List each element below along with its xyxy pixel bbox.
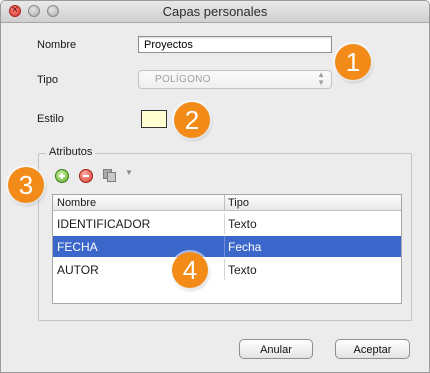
title-bar: × Capas personales xyxy=(1,1,429,23)
cell-nombre: FECHA xyxy=(57,240,98,254)
tipo-label: Tipo xyxy=(37,74,58,86)
table-row[interactable]: AUTOR Texto xyxy=(53,259,401,280)
callout-badge-1: 1 xyxy=(335,44,371,80)
accept-button[interactable]: Aceptar xyxy=(335,339,410,359)
chevron-down-icon[interactable]: ▼ xyxy=(125,168,133,177)
tipo-select[interactable]: POLÍGONO ▲ ▼ xyxy=(138,70,332,89)
window-title: Capas personales xyxy=(162,4,268,19)
cell-tipo: Texto xyxy=(228,263,257,277)
attributes-table: Nombre Tipo IDENTIFICADOR Texto FECHA Fe… xyxy=(52,194,402,304)
table-header: Nombre Tipo xyxy=(53,195,401,211)
callout-badge-4: 4 xyxy=(172,252,208,288)
remove-attribute-icon[interactable] xyxy=(79,169,93,183)
add-attribute-icon[interactable] xyxy=(55,169,69,183)
duplicate-attribute-icon[interactable] xyxy=(103,169,117,183)
cell-nombre: AUTOR xyxy=(57,263,99,277)
column-divider xyxy=(224,195,225,211)
table-row[interactable]: IDENTIFICADOR Texto xyxy=(53,213,401,234)
tipo-select-value: POLÍGONO xyxy=(155,74,211,85)
nombre-input[interactable] xyxy=(138,36,332,53)
cancel-button[interactable]: Anular xyxy=(239,339,313,359)
dialog-window: × Capas personales Nombre Tipo POLÍGONO … xyxy=(0,0,430,373)
cell-nombre: IDENTIFICADOR xyxy=(57,217,151,231)
callout-badge-3: 3 xyxy=(8,167,44,203)
column-header-tipo[interactable]: Tipo xyxy=(228,197,249,209)
estilo-label: Estilo xyxy=(37,113,64,125)
column-header-nombre[interactable]: Nombre xyxy=(57,197,96,209)
cell-tipo: Fecha xyxy=(228,240,262,254)
estilo-color-swatch[interactable] xyxy=(141,110,167,128)
callout-badge-2: 2 xyxy=(174,102,210,138)
cell-tipo: Texto xyxy=(228,217,257,231)
updown-arrows-icon: ▲ ▼ xyxy=(317,70,325,87)
atributos-group-title: Atributos xyxy=(46,146,96,158)
table-row-selected[interactable]: FECHA Fecha xyxy=(53,236,401,257)
nombre-label: Nombre xyxy=(37,39,77,51)
